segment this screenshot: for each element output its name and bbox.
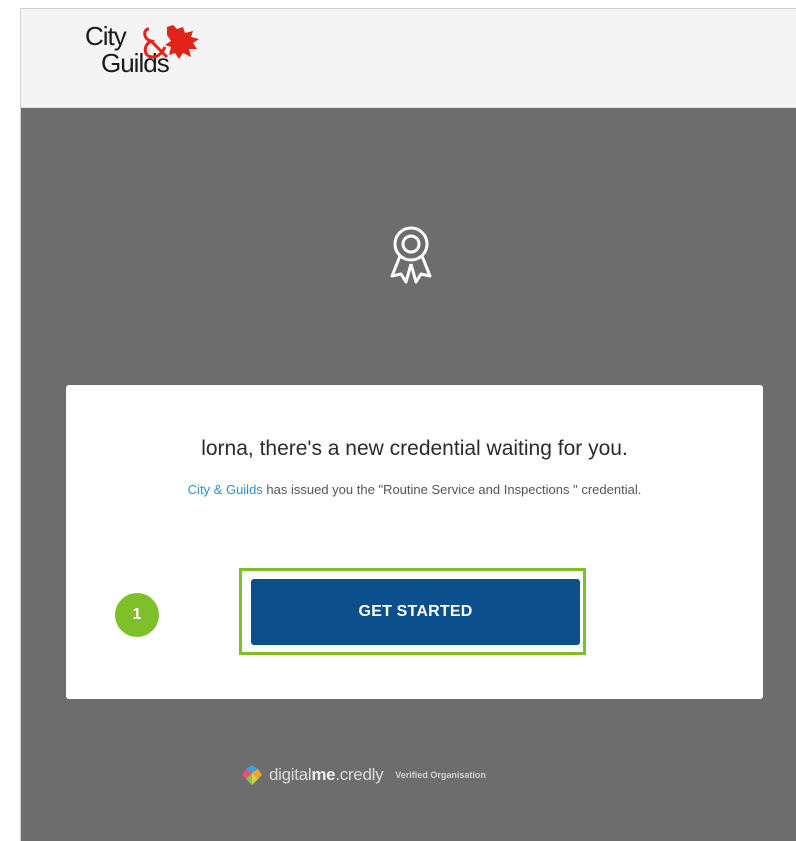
verified-organisation-label: Verified Organisation	[395, 770, 486, 780]
email-frame: City Guilds lorna, there's a new credent…	[20, 8, 796, 841]
issuer-link[interactable]: City & Guilds	[188, 482, 263, 497]
step-marker: 1	[115, 593, 159, 637]
header-bar: City Guilds	[21, 9, 796, 108]
city-and-guilds-logo[interactable]: City Guilds	[85, 23, 215, 95]
issued-text: has issued you the "Routine Service and …	[262, 482, 642, 497]
digitalme-credly-wordmark[interactable]: digitalme.credly	[269, 765, 384, 785]
credential-description: City & Guilds has issued you the "Routin…	[126, 480, 703, 499]
credential-headline: lorna, there's a new credential waiting …	[201, 437, 628, 460]
digitalme-logo-icon	[242, 765, 262, 785]
credential-card: lorna, there's a new credential waiting …	[66, 385, 763, 699]
award-ribbon-icon	[390, 226, 432, 284]
get-started-button[interactable]: GET STARTED	[251, 579, 580, 645]
footer-branding: digitalme.credly Verified Organisation	[241, 763, 486, 787]
lion-ampersand-icon	[143, 25, 199, 59]
